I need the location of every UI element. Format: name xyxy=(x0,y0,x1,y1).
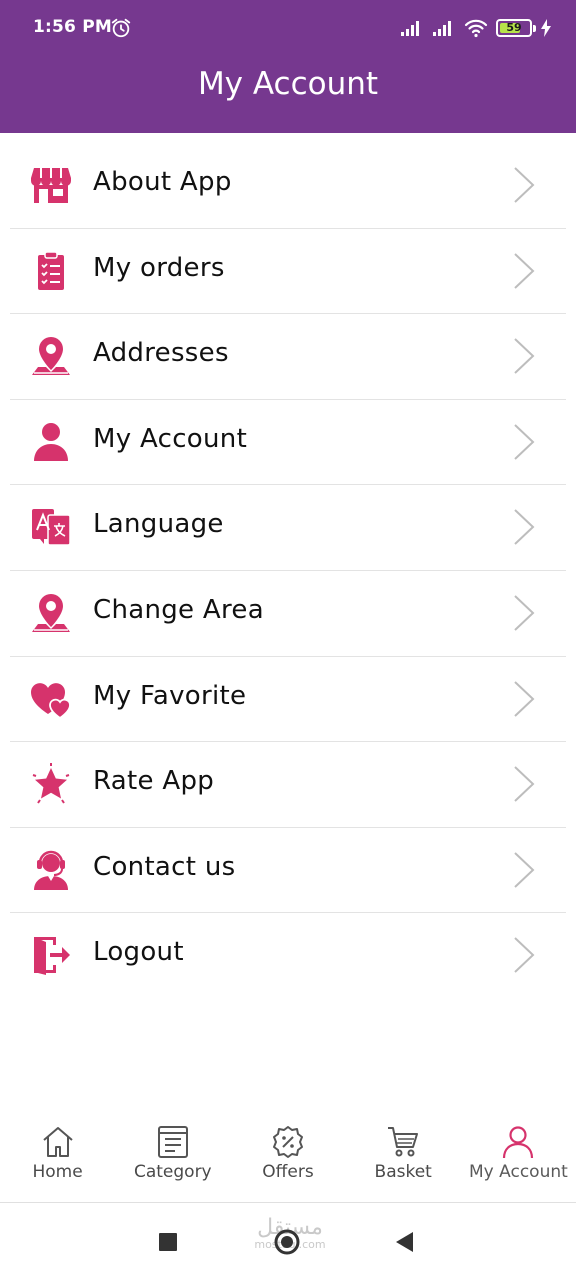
menu-item-rate-app[interactable]: Rate App xyxy=(10,742,566,828)
menu-item-label: Contact us xyxy=(93,851,236,882)
menu-item-logout[interactable]: Logout xyxy=(10,913,566,999)
menu-item-label: Change Area xyxy=(93,594,264,625)
user-icon xyxy=(503,1126,534,1159)
wifi-icon xyxy=(464,19,488,38)
triangle-back-icon[interactable] xyxy=(390,1227,420,1257)
battery-level: 59 xyxy=(506,21,522,34)
app-header: 1:56 PM 59 My Account xyxy=(0,0,576,133)
map-pin-icon xyxy=(32,593,70,632)
system-navigation-bar: مستقل mostaql.com xyxy=(0,1203,576,1280)
nav-label: My Account xyxy=(469,1162,568,1182)
nav-item-my-account[interactable]: My Account xyxy=(461,1113,576,1202)
menu-item-label: Addresses xyxy=(93,338,229,369)
menu-item-label: About App xyxy=(93,167,232,197)
menu-item-language[interactable]: Language xyxy=(10,485,566,571)
category-list-icon xyxy=(157,1126,188,1158)
chevron-right-icon xyxy=(514,252,535,289)
store-icon xyxy=(31,168,71,203)
alarm-clock-icon xyxy=(111,18,131,38)
menu-item-addresses[interactable]: Addresses xyxy=(10,314,566,400)
nav-label: Basket xyxy=(374,1162,432,1182)
map-pin-icon xyxy=(32,337,70,376)
chevron-right-icon xyxy=(514,852,535,888)
headset-agent-icon xyxy=(34,850,68,890)
menu-item-my-account[interactable]: My Account xyxy=(10,400,566,486)
nav-label: Category xyxy=(133,1162,212,1182)
chevron-right-icon xyxy=(514,167,535,203)
nav-label: Home xyxy=(32,1162,83,1182)
status-bar: 1:56 PM 59 xyxy=(0,0,576,56)
chevron-right-icon xyxy=(514,338,535,374)
battery-indicator: 59 xyxy=(496,19,536,37)
user-icon xyxy=(34,422,68,461)
nav-item-home[interactable]: Home xyxy=(0,1113,115,1202)
chevron-right-icon xyxy=(514,937,535,974)
menu-item-label: My orders xyxy=(93,252,225,283)
discount-badge-icon xyxy=(273,1126,303,1158)
hearts-icon xyxy=(31,682,71,719)
status-icons: 59 xyxy=(400,16,552,40)
signal-icon xyxy=(401,21,419,36)
menu-item-label: Logout xyxy=(93,937,184,968)
chevron-right-icon xyxy=(514,424,535,460)
square-icon[interactable] xyxy=(153,1227,183,1257)
nav-item-basket[interactable]: Basket xyxy=(346,1113,461,1202)
cart-icon xyxy=(388,1127,419,1157)
signal-icon xyxy=(433,21,451,36)
menu-item-label: My Favorite xyxy=(93,680,247,711)
menu-item-about-app[interactable]: About App xyxy=(10,143,566,229)
menu-item-label: Rate App xyxy=(93,766,215,797)
status-time: 1:56 PM xyxy=(33,17,112,37)
bolt-icon xyxy=(541,19,551,37)
logout-door-icon xyxy=(34,937,70,976)
nav-item-category[interactable]: Category xyxy=(115,1113,230,1202)
bottom-navigation: Home Category Offers Basket My Account xyxy=(0,1113,576,1203)
translate-icon xyxy=(32,509,71,547)
nav-item-offers[interactable]: Offers xyxy=(230,1113,345,1202)
circle-icon[interactable] xyxy=(272,1227,302,1257)
home-icon xyxy=(42,1127,73,1157)
account-menu: About App My orders Addresses My Account xyxy=(10,143,566,999)
chevron-right-icon xyxy=(514,766,535,802)
menu-item-change-area[interactable]: Change Area xyxy=(10,571,566,657)
menu-item-label: Language xyxy=(93,509,224,540)
page-title: My Account xyxy=(197,66,379,102)
chevron-right-icon xyxy=(514,680,535,717)
menu-item-my-orders[interactable]: My orders xyxy=(10,229,566,315)
clipboard-list-icon xyxy=(38,250,64,290)
chevron-right-icon xyxy=(514,595,535,631)
menu-item-contact-us[interactable]: Contact us xyxy=(10,828,566,914)
nav-label: Offers xyxy=(262,1162,314,1182)
menu-item-my-favorite[interactable]: My Favorite xyxy=(10,657,566,743)
star-icon xyxy=(32,763,70,804)
chevron-right-icon xyxy=(514,509,535,546)
menu-item-label: My Account xyxy=(93,423,248,454)
